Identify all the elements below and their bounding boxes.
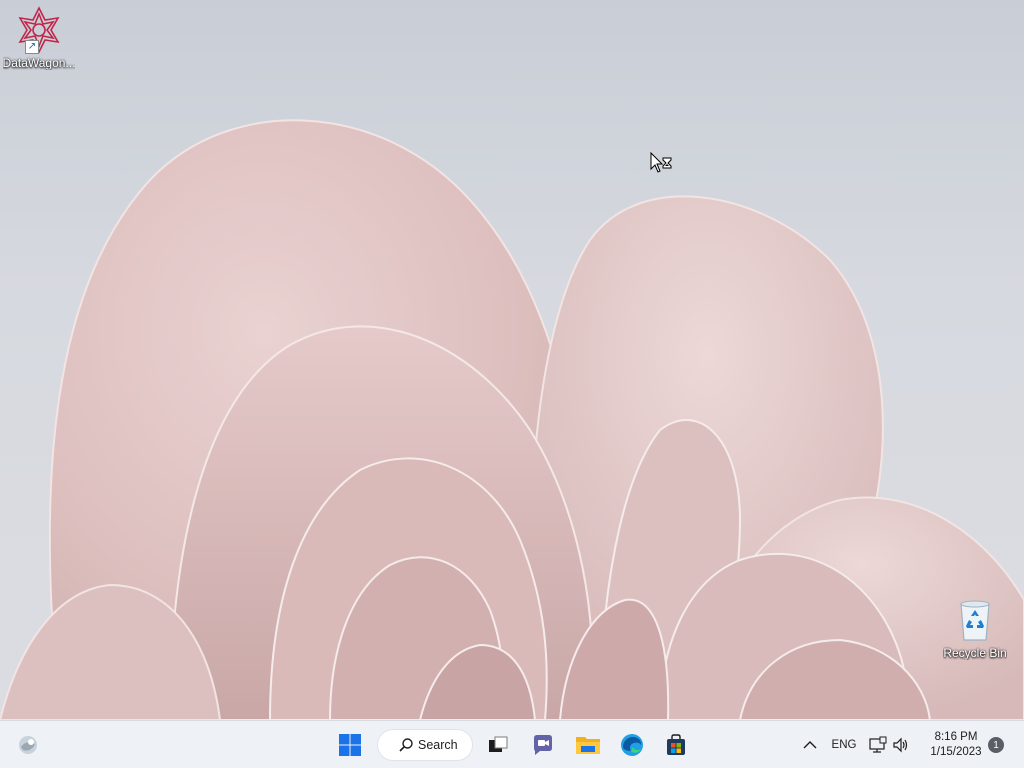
desktop-icon-label: Recycle Bin <box>943 646 1007 660</box>
start-button[interactable] <box>333 729 367 761</box>
desktop[interactable]: ↗ DataWagon... Recycle Bin <box>0 0 1024 720</box>
chat-icon <box>534 735 552 755</box>
network-icon <box>869 736 887 753</box>
recycle-bin-icon <box>951 596 999 644</box>
busy-pointer-icon <box>650 152 672 173</box>
task-view-icon <box>489 736 508 752</box>
widgets-icon <box>19 736 37 754</box>
show-hidden-icons-button[interactable] <box>798 729 822 761</box>
notification-count-badge[interactable]: 1 <box>988 737 1004 753</box>
file-explorer-icon <box>576 737 600 754</box>
desktop-icon-recycle-bin[interactable]: Recycle Bin <box>937 596 1013 660</box>
clock-date: 1/15/2023 <box>930 746 982 758</box>
taskbar: Search ENG 8:16 PM 1/15/2023 1 <box>0 720 1024 768</box>
taskbar-search[interactable]: Search <box>377 729 473 761</box>
edge-icon <box>621 734 643 756</box>
clock-time: 8:16 PM <box>934 731 978 743</box>
file-explorer-button[interactable] <box>572 729 604 761</box>
clock-button[interactable]: 8:16 PM 1/15/2023 <box>924 729 988 761</box>
chevron-up-icon <box>803 741 817 749</box>
store-button[interactable] <box>660 729 692 761</box>
input-language-button[interactable]: ENG <box>826 729 862 761</box>
shortcut-arrow-icon: ↗ <box>25 40 39 54</box>
search-label: Search <box>418 738 458 752</box>
wallpaper-bloom <box>0 119 1024 720</box>
network-volume-button[interactable] <box>866 729 912 761</box>
search-icon <box>399 738 413 752</box>
volume-icon <box>893 737 908 753</box>
store-icon <box>667 734 685 755</box>
widgets-button[interactable] <box>12 729 44 761</box>
language-indicator: ENG <box>831 739 857 751</box>
windows-start-icon <box>339 734 361 756</box>
edge-button[interactable] <box>616 729 648 761</box>
chat-button[interactable] <box>527 729 559 761</box>
datawagon-app-icon: ↗ <box>15 6 63 54</box>
task-view-button[interactable] <box>482 729 514 761</box>
desktop-icon-datawagon[interactable]: ↗ DataWagon... <box>1 6 77 70</box>
desktop-icon-label: DataWagon... <box>2 56 76 70</box>
